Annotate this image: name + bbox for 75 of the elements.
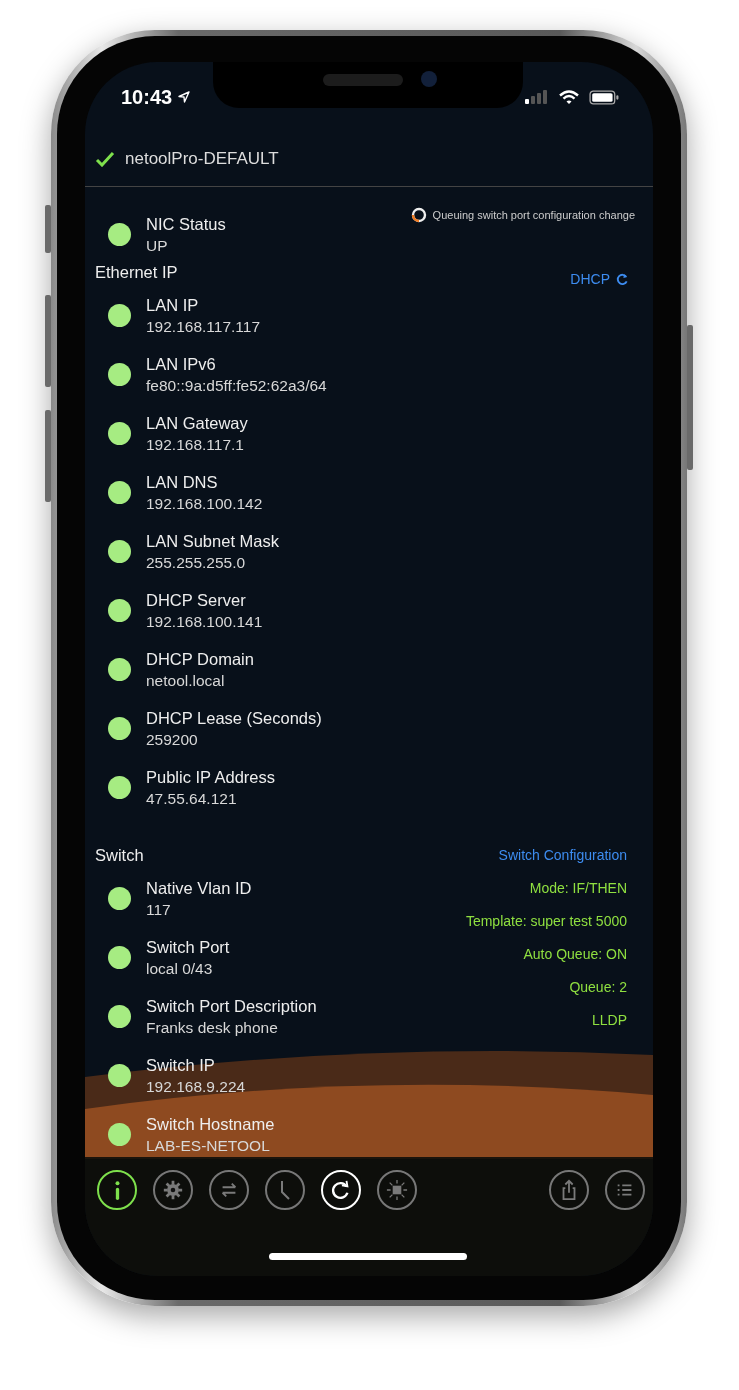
queue-notice: Queuing switch port configuration change [432, 209, 635, 221]
config-detail: Queue: 2 [569, 979, 627, 995]
status-dot [108, 1005, 131, 1028]
field-value: UP [146, 236, 169, 255]
status-dot [108, 717, 131, 740]
status-dot [108, 946, 131, 969]
field-value: 192.168.100.141 [146, 612, 263, 631]
config-detail: Template: super test 5000 [465, 913, 627, 929]
field-label: LAN IPv6 [146, 354, 217, 374]
clock-button[interactable] [265, 1170, 305, 1210]
field-label: DHCP Lease (Seconds) [146, 708, 322, 728]
status-time: 10:43 [121, 85, 173, 109]
section-title: Switch [95, 845, 144, 865]
status-dot [108, 540, 131, 563]
status-dot [108, 776, 131, 799]
status-dot [108, 304, 131, 327]
status-dot [108, 887, 131, 910]
switch-configuration-link[interactable]: Switch Configuration [498, 847, 627, 863]
field-label: Switch IP [146, 1055, 216, 1075]
status-dot [108, 599, 131, 622]
signal-icon [525, 90, 549, 104]
profile-title: netoolPro-DEFAULT [125, 149, 279, 169]
field-label: Switch Port Description [146, 996, 317, 1016]
field-value: 192.168.117.1 [146, 435, 245, 454]
info-button[interactable] [97, 1170, 137, 1210]
list-button[interactable] [605, 1170, 645, 1210]
clock-hands-icon [279, 1179, 291, 1201]
field-label: Switch Hostname [146, 1114, 275, 1134]
status-dot [108, 363, 131, 386]
field-label: LAN DNS [146, 472, 219, 492]
field-value: netool.local [146, 671, 226, 690]
sun-icon [386, 1179, 408, 1201]
light-button[interactable] [377, 1170, 417, 1210]
status-dot [108, 223, 131, 246]
field-label: Switch Port [146, 937, 230, 957]
status-dot [108, 481, 131, 504]
section-title: Ethernet IP [95, 262, 178, 282]
field-value: 192.168.117.117 [146, 317, 261, 336]
battery-icon [589, 89, 619, 105]
field-value: 47.55.64.121 [146, 789, 238, 808]
field-value: Franks desk phone [146, 1018, 279, 1037]
config-detail: Mode: IF/THEN [529, 880, 627, 896]
status-dot [108, 1064, 131, 1087]
camera-lens [421, 71, 437, 87]
config-detail: Auto Queue: ON [523, 946, 627, 962]
dhcp-refresh-link[interactable]: DHCP [570, 271, 629, 287]
field-label: LAN IP [146, 295, 200, 315]
field-label: DHCP Server [146, 590, 247, 610]
refresh-button[interactable] [321, 1170, 361, 1210]
field-label: NIC Status [146, 214, 226, 234]
field-label: DHCP Domain [146, 649, 254, 669]
field-label: LAN Gateway [146, 413, 248, 433]
transfer-button[interactable] [209, 1170, 249, 1210]
field-value: LAB-ES-NETOOL [146, 1136, 271, 1155]
field-value: 192.168.100.142 [146, 494, 263, 513]
field-value: 255.255.255.0 [146, 553, 247, 572]
wifi-icon [559, 89, 579, 105]
field-value: 192.168.9.224 [146, 1077, 246, 1096]
spinner-icon [410, 207, 427, 223]
gear-icon [162, 1179, 184, 1201]
location-arrow-icon [178, 91, 191, 103]
field-value: 259200 [146, 730, 199, 749]
settings-button[interactable] [153, 1170, 193, 1210]
status-dot [108, 658, 131, 681]
share-button[interactable] [549, 1170, 589, 1210]
field-label: LAN Subnet Mask [146, 531, 279, 551]
field-label: Public IP Address [146, 767, 276, 787]
field-label: Native Vlan ID [146, 878, 252, 898]
status-dot [108, 422, 131, 445]
field-value: local 0/43 [146, 959, 214, 978]
field-value: 117 [146, 900, 172, 919]
refresh-icon [616, 272, 629, 286]
config-detail: LLDP [591, 1012, 627, 1028]
field-value: fe80::9a:d5ff:fe52:62a3/64 [146, 376, 327, 395]
info-icon [113, 1179, 121, 1201]
